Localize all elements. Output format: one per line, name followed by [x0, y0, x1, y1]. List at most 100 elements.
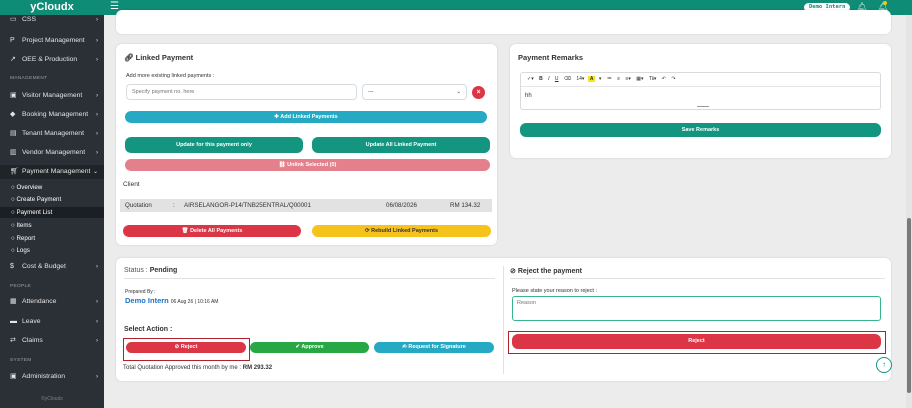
font-color-icon[interactable]: A — [587, 76, 596, 82]
row-separator: : — [173, 202, 175, 209]
dollar-icon: $ — [10, 263, 14, 270]
p-icon: P — [10, 37, 15, 44]
eraser-icon[interactable]: ⌫ — [562, 76, 573, 82]
chevron-down-icon[interactable]: ▾ — [597, 76, 604, 82]
remarks-editor[interactable]: ✓▾ B I U ⌫ 14▾ A ▾ ≔ ≡ ≡▾ ▦▾ Tℹ▾ ↶ ↷ hh — [520, 72, 881, 110]
remarks-content[interactable]: hh — [525, 93, 532, 99]
chevron-right-icon: › — [96, 150, 98, 156]
sidebar-item-cost-budget[interactable]: $ Cost & Budget › — [0, 260, 104, 274]
sidebar-item-oee[interactable]: ↗ OEE & Production › — [0, 53, 104, 67]
sidebar-item-administration[interactable]: ▣ Administration › — [0, 370, 104, 384]
client-label: Client — [123, 181, 140, 188]
chevron-right-icon: › — [96, 38, 98, 44]
payment-no-input[interactable] — [126, 84, 357, 100]
resize-handle[interactable] — [697, 106, 709, 107]
chevron-right-icon: › — [96, 112, 98, 118]
top-card — [116, 10, 891, 34]
chevron-right-icon: › — [96, 131, 98, 137]
building-icon: ▤ — [10, 130, 17, 137]
signature-icon: ✍︎ — [402, 344, 407, 350]
sidebar-item-visitor[interactable]: ▣ Visitor Management › — [0, 89, 104, 103]
sidebar-item-tenant[interactable]: ▤ Tenant Management › — [0, 127, 104, 141]
sidebar-sub-logs[interactable]: ○ Logs — [0, 245, 104, 256]
refresh-icon: ⟳ — [364, 228, 370, 234]
sidebar-item-leave[interactable]: ▬ Leave › — [0, 315, 104, 329]
row-date: 06/08/2026 — [386, 202, 417, 209]
bed-icon: ▬ — [10, 318, 17, 325]
unordered-list-icon[interactable]: ≔ — [605, 76, 614, 82]
update-this-payment-button[interactable]: Update for this payment only — [125, 137, 303, 153]
sidebar-sub-overview[interactable]: ○ Overview — [0, 182, 104, 193]
status-value: Pending — [149, 267, 178, 274]
sidebar-sub-create-payment[interactable]: ○ Create Payment — [0, 194, 104, 205]
delete-all-payments-button[interactable]: 🗑︎ Delete All Payments — [123, 225, 301, 237]
linked-payment-row[interactable]: Quotation : AIRSELANGOR-P14/TNB25ENTRAL/… — [120, 199, 492, 212]
chevron-right-icon: › — [96, 17, 98, 23]
select-action-label: Select Action : — [124, 326, 173, 333]
linked-payment-title: 🔗︎ Linked Payment — [124, 53, 194, 62]
sidebar-item-vendor[interactable]: ▥ Vendor Management › — [0, 146, 104, 160]
scroll-top-icon[interactable]: ↑ — [876, 357, 892, 373]
chevron-right-icon: › — [96, 57, 98, 63]
magic-icon[interactable]: ✓▾ — [525, 76, 536, 82]
ordered-list-icon[interactable]: ≡ — [615, 76, 622, 82]
sidebar-sub-payment-list[interactable]: ○ Payment List — [0, 207, 104, 218]
chevron-right-icon: › — [96, 299, 98, 305]
check-icon: ✔ — [295, 344, 300, 350]
payment-remarks-card: Payment Remarks ✓▾ B I U ⌫ 14▾ A ▾ ≔ ≡ ≡… — [510, 44, 891, 158]
chevron-right-icon: › — [96, 264, 98, 270]
linked-payment-select[interactable]: --- ⌄ — [362, 84, 467, 100]
reject-panel-title: ⊘ Reject the payment — [510, 268, 583, 275]
monitor-icon: ▭ — [10, 16, 17, 23]
bold-icon[interactable]: B — [537, 76, 545, 82]
row-reference: AIRSELANGOR-P14/TNB25ENTRAL/Q00001 — [184, 202, 311, 209]
sidebar-item-css[interactable]: ▭ CSS › — [0, 13, 104, 27]
sidebar-item-attendance[interactable]: ▦ Attendance › — [0, 295, 104, 309]
sidebar-item-payment[interactable]: 🛒︎ Payment Management ⌄ — [0, 165, 104, 179]
underline-icon[interactable]: U — [553, 76, 561, 82]
row-type: Quotation — [125, 202, 152, 209]
total-approved-value: RM 293.32 — [242, 365, 273, 371]
total-approved: Total Quotation Approved this month by m… — [123, 365, 273, 371]
italic-icon[interactable]: I — [546, 76, 551, 82]
add-linked-payments-button[interactable]: ✚ Add Linked Payments — [125, 111, 487, 123]
sidebar-item-claims[interactable]: ⇄ Claims › — [0, 334, 104, 348]
reject-divider — [510, 278, 885, 279]
request-signature-button[interactable]: ✍︎ Request for Signature — [374, 342, 494, 353]
save-remarks-button[interactable]: Save Remarks — [520, 123, 881, 137]
prepared-date: 06 Aug 26 | 10:16 AM — [170, 299, 219, 305]
ban-icon: ⊘ — [510, 268, 516, 275]
text-style-icon[interactable]: Tℹ▾ — [647, 76, 658, 82]
update-all-linked-button[interactable]: Update All Linked Payment — [312, 137, 490, 153]
notification-dot — [883, 1, 887, 5]
chevron-right-icon: › — [96, 374, 98, 380]
highlight-reject-submit — [508, 331, 886, 354]
sidebar-sub-report[interactable]: ○ Report — [0, 233, 104, 244]
sidebar-item-project[interactable]: P Project Management › — [0, 34, 104, 48]
section-management: MANAGEMENT — [10, 76, 48, 81]
preparer-name[interactable]: Demo Intern — [125, 296, 169, 305]
editor-toolbar: ✓▾ B I U ⌫ 14▾ A ▾ ≔ ≡ ≡▾ ▦▾ Tℹ▾ ↶ ↷ — [525, 76, 678, 85]
clear-icon[interactable]: × — [472, 86, 485, 99]
undo-icon[interactable]: ↶ — [660, 76, 668, 82]
clipboard-icon: ▦ — [10, 298, 17, 305]
sidebar-footer: ©yCloudx — [41, 396, 63, 402]
section-people: PEOPLE — [10, 284, 31, 289]
toolbar-divider — [521, 86, 880, 87]
sidebar-sub-items[interactable]: ○ Items — [0, 220, 104, 231]
cart-icon: 🛒︎ — [10, 168, 19, 175]
prepared-by-label: Prepared By : — [125, 289, 156, 295]
sidebar-item-booking[interactable]: ◆ Booking Management › — [0, 108, 104, 122]
align-icon[interactable]: ≡▾ — [623, 76, 632, 82]
vertical-divider — [503, 266, 504, 374]
plus-icon: ✚ — [274, 114, 279, 120]
redo-icon[interactable]: ↷ — [669, 76, 677, 82]
scrollbar-thumb[interactable] — [907, 218, 911, 393]
unlink-selected-button[interactable]: ⛓︎ Unlink Selected (0) — [125, 159, 490, 171]
table-icon[interactable]: ▦▾ — [634, 76, 645, 82]
font-size-select[interactable]: 14▾ — [574, 76, 586, 82]
reject-reason-textarea[interactable] — [512, 296, 881, 321]
approve-button[interactable]: ✔ Approve — [250, 342, 369, 353]
linked-payment-card: 🔗︎ Linked Payment Add more existing link… — [116, 44, 497, 245]
rebuild-linked-button[interactable]: ⟳ Rebuild Linked Payments — [312, 225, 491, 237]
